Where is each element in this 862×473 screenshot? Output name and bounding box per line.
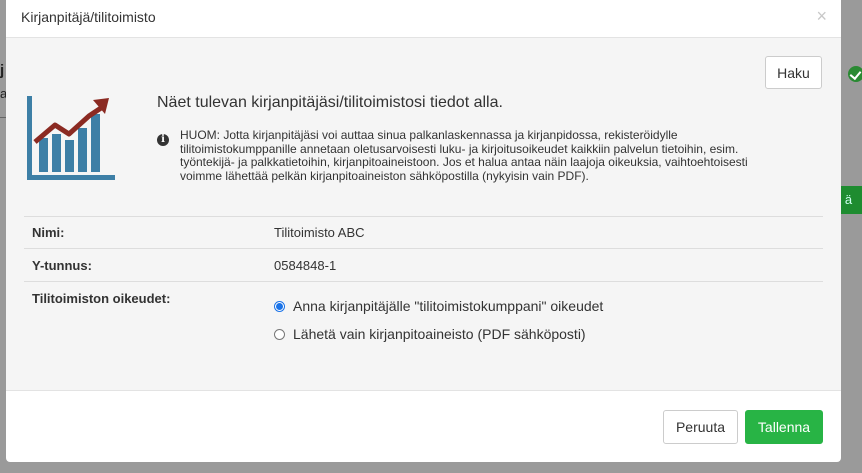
- table-row: Y-tunnus: 0584848-1: [24, 248, 823, 282]
- name-label: Nimi:: [24, 216, 266, 249]
- rights-options: Anna kirjanpitäjälle "tilitoimistokumppa…: [266, 281, 823, 382]
- table-row: Tilitoimiston oikeudet: Anna kirjanpitäj…: [24, 281, 823, 382]
- growth-chart-icon: [27, 96, 115, 180]
- rights-option-pdf-only[interactable]: Lähetä vain kirjanpitoaineisto (PDF sähk…: [274, 325, 815, 343]
- modal-header: Kirjanpitäjä/tilitoimisto ×: [6, 0, 841, 38]
- accountant-info-table: Nimi: Tilitoimisto ABC Y-tunnus: 0584848…: [24, 216, 823, 382]
- name-value: Tilitoimisto ABC: [266, 216, 823, 249]
- intro-text: Näet tulevan kirjanpitäjäsi/tilitoimisto…: [157, 94, 503, 111]
- business-id-label: Y-tunnus:: [24, 248, 266, 282]
- search-button[interactable]: Haku: [765, 56, 822, 89]
- modal-title: Kirjanpitäjä/tilitoimisto: [21, 9, 156, 25]
- rights-option-label: Anna kirjanpitäjälle "tilitoimistokumppa…: [293, 298, 604, 314]
- rights-label: Tilitoimiston oikeudet:: [24, 281, 266, 382]
- close-icon[interactable]: ×: [816, 6, 827, 27]
- rights-option-partner[interactable]: Anna kirjanpitäjälle "tilitoimistokumppa…: [274, 297, 815, 315]
- rights-option-label: Lähetä vain kirjanpitoaineisto (PDF sähk…: [293, 326, 586, 342]
- background-heading-fragment: j: [0, 62, 5, 79]
- modal-body: Haku Näet tulevan kirjanpitäjäsi/tilitoi…: [6, 38, 841, 391]
- check-circle-icon: [848, 66, 862, 82]
- radio-button-selected[interactable]: [274, 300, 285, 312]
- info-icon: i: [157, 134, 169, 146]
- radio-button[interactable]: [274, 328, 285, 340]
- save-button[interactable]: Tallenna: [745, 410, 823, 444]
- accountant-modal: Kirjanpitäjä/tilitoimisto × Haku Näet tu…: [6, 0, 841, 462]
- cancel-button[interactable]: Peruuta: [663, 410, 738, 444]
- business-id-value: 0584848-1: [266, 248, 823, 282]
- notice-text: HUOM: Jotta kirjanpitäjäsi voi auttaa si…: [180, 128, 748, 183]
- table-row: Nimi: Tilitoimisto ABC: [24, 216, 823, 249]
